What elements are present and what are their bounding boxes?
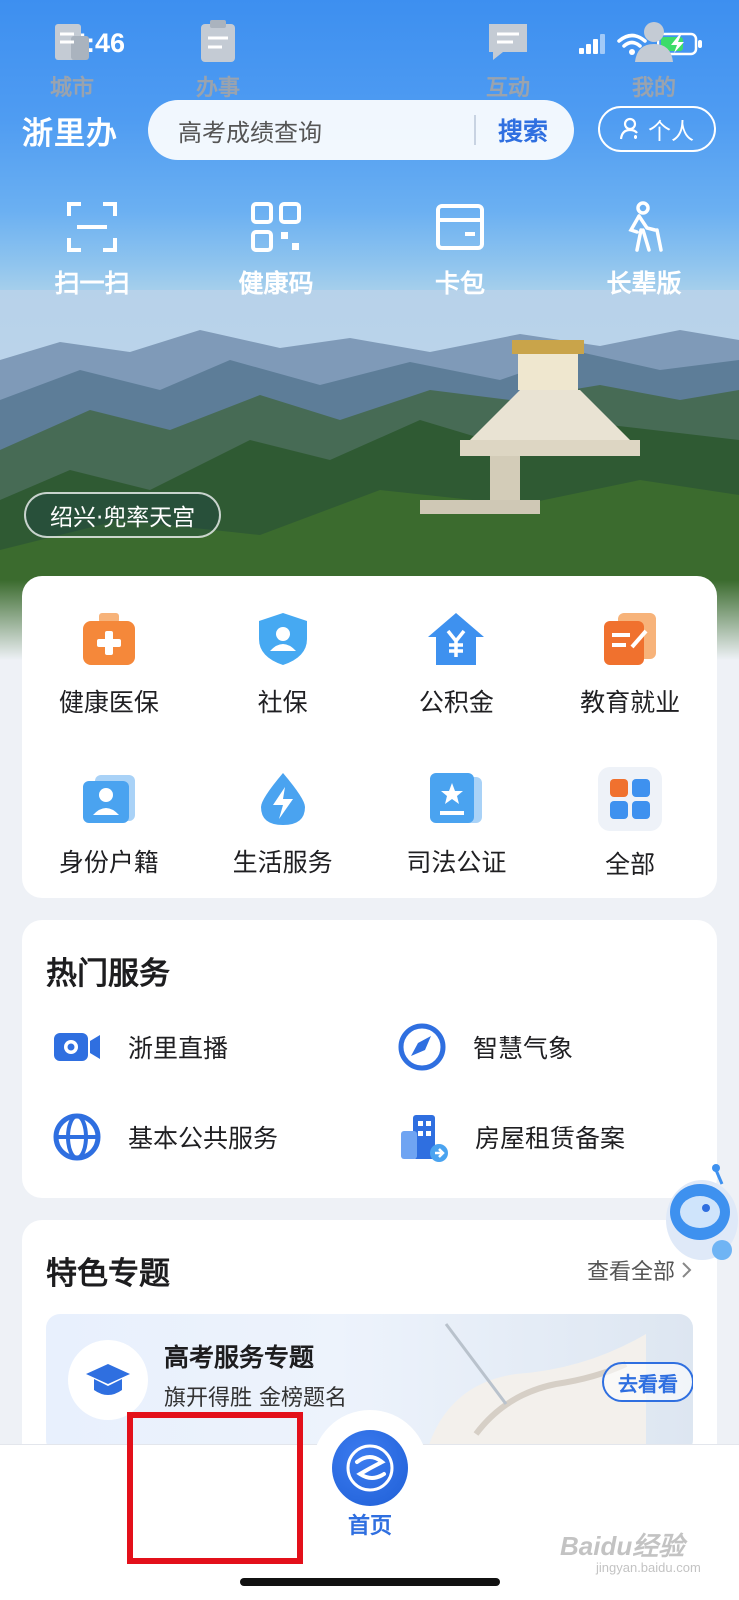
card-wallet-button[interactable]: 卡包 — [368, 200, 552, 300]
clipboard-icon — [201, 20, 235, 62]
house-yuan-icon — [428, 613, 485, 665]
tab-label: 城市 — [49, 76, 94, 101]
notary-icon — [430, 773, 483, 823]
tab-affairs[interactable]: 办事 — [168, 18, 268, 102]
topic-title: 高考服务专题 — [164, 1343, 315, 1372]
chat-icon — [489, 24, 527, 60]
quick-action-label: 卡包 — [434, 269, 485, 298]
category-label: 身份户籍 — [58, 848, 159, 877]
hot-services-card: 热门服务 浙里直播 智慧气象 基本公共服务 房屋租赁备案 — [22, 920, 717, 1198]
tab-label: 互动 — [485, 76, 530, 101]
hot-service-label: 浙里直播 — [128, 1034, 229, 1063]
tab-city[interactable]: 城市 — [22, 18, 122, 102]
personal-button-label: 个人 — [648, 119, 694, 145]
id-card-icon — [82, 775, 135, 823]
category-label: 司法公证 — [406, 848, 507, 877]
personal-button[interactable]: 个人 — [598, 106, 716, 152]
city-icon — [55, 24, 89, 60]
building-icon — [401, 1115, 448, 1162]
service-categories-card: 健康医保 社保 公积金 教育就业 身份户籍 生活服务 司法公证 全部 — [22, 576, 717, 898]
tab-home-label: 首页 — [347, 1514, 392, 1539]
category-label: 全部 — [605, 850, 656, 879]
qr-code-icon — [251, 202, 301, 252]
app-logo: 浙里办 — [22, 116, 118, 152]
category-health-insurance[interactable]: 健康医保 — [22, 584, 196, 744]
quick-action-label: 扫一扫 — [54, 269, 130, 298]
hot-service-weather[interactable]: 智慧气象 — [367, 1002, 712, 1092]
user-icon — [635, 22, 673, 62]
globe-icon — [53, 1113, 101, 1161]
special-topics-title: 特色专题 — [46, 1256, 170, 1292]
category-social-security[interactable]: 社保 — [196, 584, 370, 744]
card-wallet-icon — [436, 204, 484, 250]
search-bar[interactable]: 高考成绩查询 搜索 — [148, 100, 574, 160]
tab-home[interactable] — [332, 1430, 408, 1506]
topic-subtitle: 旗开得胜 金榜题名 — [164, 1386, 347, 1411]
home-indicator[interactable] — [240, 1578, 500, 1586]
person-icon — [620, 117, 638, 140]
category-label: 公积金 — [418, 688, 494, 717]
category-all[interactable]: 全部 — [543, 744, 717, 904]
category-label: 健康医保 — [58, 688, 159, 717]
search-input[interactable]: 高考成绩查询 — [178, 113, 474, 148]
tab-label: 我的 — [631, 76, 676, 101]
category-judicial-notary[interactable]: 司法公证 — [370, 744, 544, 904]
lightning-drop-icon — [260, 773, 305, 825]
quick-actions: 扫一扫 健康码 卡包 长辈版 — [0, 200, 739, 300]
elder-mode-button[interactable]: 长辈版 — [552, 200, 736, 300]
tab-interaction[interactable]: 互动 — [458, 18, 558, 102]
tab-mine[interactable]: 我的 — [604, 18, 704, 102]
hot-service-live[interactable]: 浙里直播 — [22, 1002, 367, 1092]
scan-icon — [67, 202, 117, 252]
category-life-services[interactable]: 生活服务 — [196, 744, 370, 904]
category-label: 社保 — [257, 688, 308, 717]
hot-service-public[interactable]: 基本公共服务 — [22, 1092, 367, 1182]
category-label: 生活服务 — [232, 848, 333, 877]
location-tag[interactable]: 绍兴·兜率天宫 — [24, 492, 222, 538]
tab-label: 办事 — [195, 76, 240, 101]
annotation-highlight-box — [127, 1412, 303, 1564]
education-icon — [604, 613, 657, 665]
category-housing-fund[interactable]: 公积金 — [370, 584, 544, 744]
live-camera-icon — [54, 1033, 100, 1061]
hot-service-label: 智慧气象 — [473, 1034, 574, 1063]
category-education-employment[interactable]: 教育就业 — [543, 584, 717, 744]
category-label: 教育就业 — [580, 688, 681, 717]
cellular-signal-icon — [579, 34, 605, 54]
hot-service-label: 房屋租赁备案 — [475, 1124, 626, 1153]
elder-mode-icon — [628, 201, 663, 252]
baidu-watermark: Baidu经验 — [560, 1531, 685, 1561]
category-identity-household[interactable]: 身份户籍 — [22, 744, 196, 904]
compass-icon — [398, 1023, 446, 1071]
health-code-button[interactable]: 健康码 — [184, 200, 368, 300]
hot-service-label: 基本公共服务 — [128, 1124, 279, 1153]
assistant-robot-icon[interactable] — [656, 1160, 739, 1270]
go-see-button[interactable]: 去看看 — [602, 1362, 693, 1402]
quick-action-label: 长辈版 — [606, 269, 682, 298]
search-button[interactable]: 搜索 — [476, 112, 574, 148]
graduation-cap-icon — [86, 1364, 130, 1395]
scan-button[interactable]: 扫一扫 — [0, 200, 184, 300]
shield-user-icon — [258, 613, 307, 665]
baidu-watermark-url: jingyan.baidu.com — [596, 1560, 701, 1575]
quick-action-label: 健康码 — [238, 269, 314, 298]
topic-icon-wrap — [68, 1340, 148, 1420]
hot-services-title: 热门服务 — [46, 956, 170, 992]
medical-kit-icon — [82, 613, 135, 665]
zheliban-logo-icon — [346, 1444, 394, 1492]
grid-all-icon — [598, 767, 663, 831]
